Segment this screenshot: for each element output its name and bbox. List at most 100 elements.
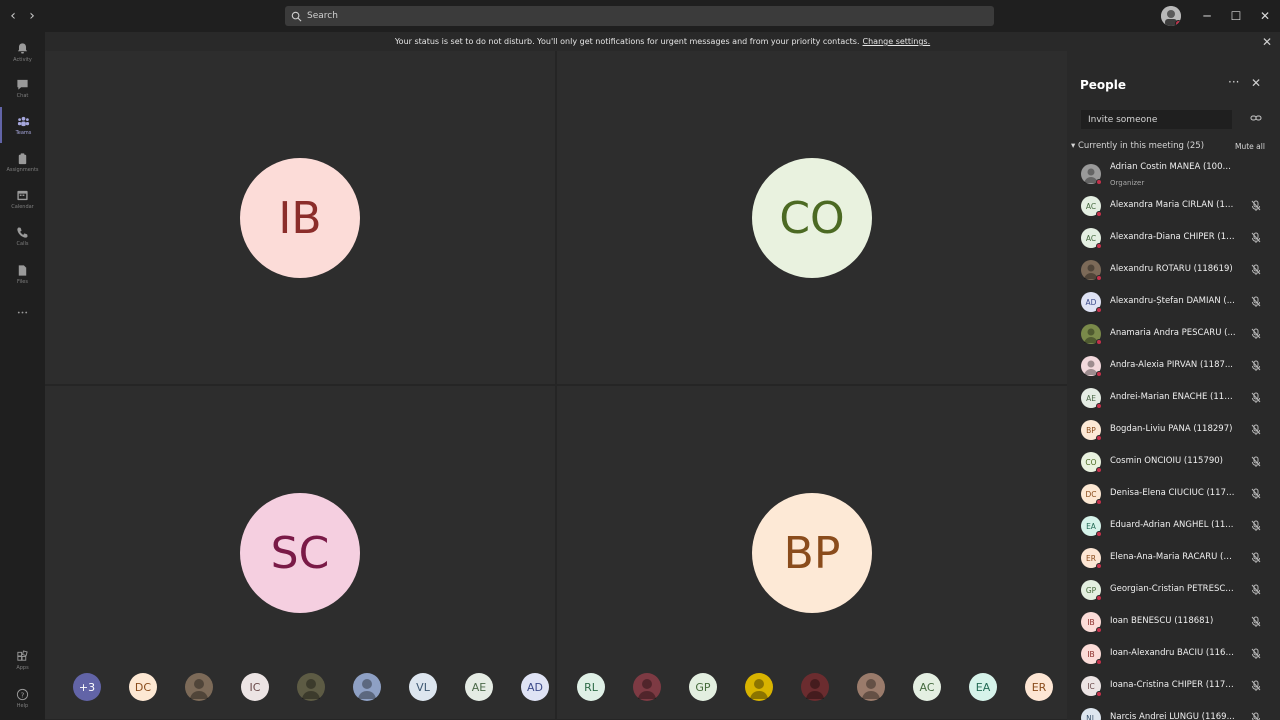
mic-muted-icon[interactable] (1251, 456, 1261, 468)
mic-muted-icon[interactable] (1251, 232, 1261, 244)
avatar-initials: BP (783, 527, 841, 579)
participant-row[interactable]: AC Alexandra Maria CIRLAN (11... (1067, 190, 1280, 222)
change-settings-link[interactable]: Change settings. (863, 37, 931, 46)
video-tile[interactable]: IB (45, 51, 555, 384)
participant-row[interactable]: Anamaria Andra PESCARU (... (1067, 318, 1280, 350)
participant-name: Bogdan-Liviu PANA (118297) (1110, 424, 1233, 434)
participant-row[interactable]: EA Eduard-Adrian ANGHEL (11... (1067, 510, 1280, 542)
roster-avatar[interactable]: ER (1025, 673, 1053, 701)
participant-avatar (1081, 356, 1102, 377)
app-more[interactable] (0, 294, 45, 330)
mic-muted-icon[interactable] (1251, 360, 1261, 372)
app-calendar-label: Calendar (11, 203, 34, 210)
participant-row[interactable]: ER Elena-Ana-Maria RACARU (1... (1067, 542, 1280, 574)
roster-avatar[interactable]: EA (969, 673, 997, 701)
participant-row[interactable]: AE Andrei-Marian ENACHE (116... (1067, 382, 1280, 414)
search-box[interactable] (285, 6, 994, 26)
mic-muted-icon[interactable] (1251, 648, 1261, 660)
participant-row[interactable]: IB Ioan-Alexandru BACIU (1165... (1067, 638, 1280, 670)
close-notification-icon[interactable]: ✕ (1262, 35, 1272, 49)
app-assignments[interactable]: Assignments (0, 144, 45, 180)
mic-muted-icon[interactable] (1251, 264, 1261, 276)
participant-avatar (1081, 164, 1102, 185)
participant-row[interactable]: CO Cosmin ONCIOIU (115790) (1067, 446, 1280, 478)
search-input[interactable] (307, 11, 987, 21)
participant-row[interactable]: GP Georgian-Cristian PETRESCU... (1067, 574, 1280, 606)
app-activity[interactable]: Activity (0, 34, 45, 70)
user-photo-icon (806, 679, 824, 699)
participant-row[interactable]: NL Narcis Andrei LUNGU (1169... (1067, 702, 1280, 720)
bell-icon (17, 42, 28, 54)
dnd-status-icon (1096, 659, 1102, 665)
participant-row[interactable]: AC Alexandra-Diana CHIPER (11... (1067, 222, 1280, 254)
back-button[interactable]: ‹ (3, 6, 23, 26)
meeting-section-header[interactable]: ▾ Currently in this meeting (25) (1071, 141, 1204, 151)
help-icon: ? (16, 688, 29, 700)
video-tile[interactable]: SC (45, 386, 555, 719)
app-apps[interactable]: Apps (0, 642, 45, 678)
app-teams[interactable]: Teams (0, 107, 45, 143)
participant-row[interactable]: IB Ioan BENESCU (118681) (1067, 606, 1280, 638)
mic-muted-icon[interactable] (1251, 328, 1261, 340)
participant-row[interactable]: BP Bogdan-Liviu PANA (118297) (1067, 414, 1280, 446)
roster-avatar[interactable]: DC (129, 673, 157, 701)
roster-avatar[interactable]: RL (577, 673, 605, 701)
participant-avatar: SC (240, 493, 360, 613)
roster-avatar[interactable] (745, 673, 773, 701)
roster-avatar[interactable]: VL (409, 673, 437, 701)
avatar-initials: +3 (78, 680, 96, 694)
avatar-initials: RL (584, 680, 598, 694)
invite-input[interactable] (1081, 110, 1232, 129)
mic-muted-icon[interactable] (1251, 296, 1261, 308)
dnd-status-icon (1096, 563, 1102, 569)
close-window-button[interactable]: ✕ (1255, 6, 1275, 26)
roster-avatar[interactable]: AE (465, 673, 493, 701)
user-photo-icon (358, 679, 376, 699)
video-tile[interactable]: CO (557, 51, 1067, 384)
dnd-status-icon (1096, 435, 1102, 441)
participant-row[interactable]: Andra-Alexia PÎRVAN (1187... (1067, 350, 1280, 382)
mic-muted-icon[interactable] (1251, 584, 1261, 596)
roster-avatar[interactable]: GP (689, 673, 717, 701)
video-tile[interactable]: BP (557, 386, 1067, 719)
roster-avatar[interactable] (633, 673, 661, 701)
mic-muted-icon[interactable] (1251, 392, 1261, 404)
close-panel-icon[interactable]: ✕ (1251, 76, 1261, 90)
participant-row[interactable]: AD Alexandru-Ștefan DAMIAN (... (1067, 286, 1280, 318)
roster-avatar[interactable] (801, 673, 829, 701)
roster-avatar[interactable]: IC (241, 673, 269, 701)
mic-muted-icon[interactable] (1251, 520, 1261, 532)
app-help[interactable]: ? Help (0, 680, 45, 716)
mic-muted-icon[interactable] (1251, 488, 1261, 500)
more-options-icon[interactable]: ··· (1228, 75, 1239, 89)
mic-muted-icon[interactable] (1251, 552, 1261, 564)
mic-muted-icon[interactable] (1251, 712, 1261, 720)
roster-avatar[interactable] (185, 673, 213, 701)
roster-avatar[interactable] (297, 673, 325, 701)
app-files[interactable]: Files (0, 256, 45, 292)
participant-row[interactable]: Adrian Costin MANEA (100131) Organizer (1067, 158, 1280, 190)
app-calls[interactable]: Calls (0, 218, 45, 254)
participant-row[interactable]: IC Ioana-Cristina CHIPER (1171... (1067, 670, 1280, 702)
forward-button[interactable]: › (22, 6, 42, 26)
participant-row[interactable]: Alexandru ROTARU (118619) (1067, 254, 1280, 286)
link-icon[interactable] (1250, 113, 1262, 123)
mic-muted-icon[interactable] (1251, 616, 1261, 628)
mute-all-button[interactable]: Mute all (1235, 142, 1265, 151)
roster-avatar[interactable] (353, 673, 381, 701)
roster-avatar[interactable]: +3 (73, 673, 101, 701)
mic-muted-icon[interactable] (1251, 200, 1261, 212)
roster-avatar[interactable]: AD (521, 673, 549, 701)
participant-name: Cosmin ONCIOIU (115790) (1110, 456, 1223, 466)
my-avatar[interactable] (1161, 6, 1181, 26)
minimize-button[interactable]: ─ (1197, 6, 1217, 26)
app-chat[interactable]: Chat (0, 70, 45, 106)
mic-muted-icon[interactable] (1251, 680, 1261, 692)
participant-row[interactable]: DC Denisa-Elena CIUCIUC (1175... (1067, 478, 1280, 510)
title-bar: ‹ › ─ ☐ ✕ (0, 0, 1280, 32)
roster-avatar[interactable] (857, 673, 885, 701)
mic-muted-icon[interactable] (1251, 424, 1261, 436)
roster-avatar[interactable]: AC (913, 673, 941, 701)
app-calendar[interactable]: Calendar (0, 181, 45, 217)
maximize-button[interactable]: ☐ (1226, 6, 1246, 26)
